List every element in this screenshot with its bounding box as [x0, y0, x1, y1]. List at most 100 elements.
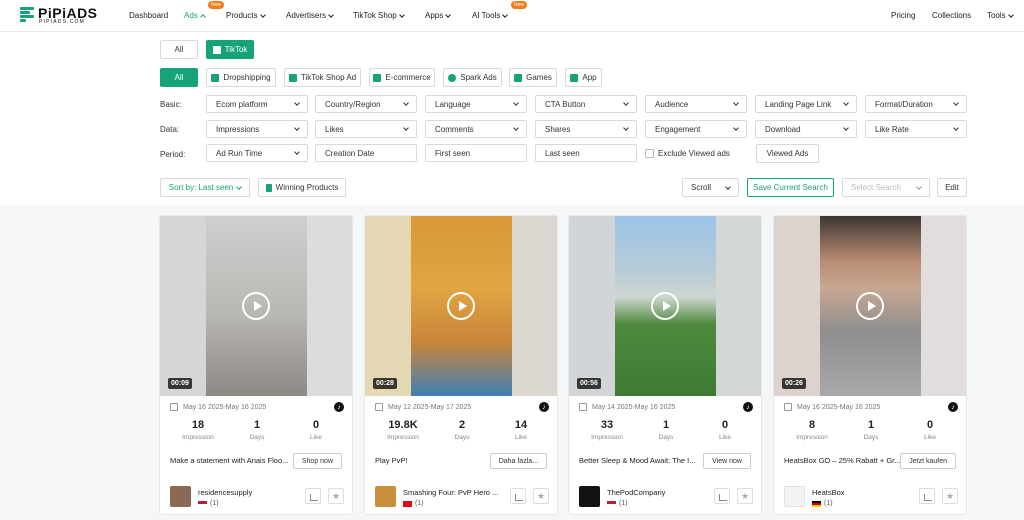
filter-likes[interactable]: Likes — [315, 120, 417, 138]
advertiser-name[interactable]: HeatsBox — [812, 488, 912, 497]
spark-icon — [448, 73, 457, 82]
save-current-search-button[interactable]: Save Current Search — [747, 178, 834, 197]
ad-card[interactable]: 00:56 May 14 2025-May 16 2025 ♪ 33 Impres… — [568, 215, 762, 515]
advertiser-name[interactable]: ThePodCompany — [607, 488, 707, 497]
filter-language[interactable]: Language — [425, 95, 527, 113]
ad-card[interactable]: 00:26 May 16 2025-May 16 2025 ♪ 8 Impress… — [773, 215, 967, 515]
impression-stat: 19.8K Impression — [387, 419, 419, 441]
star-icon[interactable]: ★ — [533, 488, 549, 504]
filter-download[interactable]: Download — [755, 120, 857, 138]
nav-tools[interactable]: Tools — [987, 11, 1014, 20]
scroll-dropdown[interactable]: Scroll — [682, 178, 739, 197]
filter-cta-button[interactable]: CTA Button — [535, 95, 637, 113]
type-chip-all[interactable]: All — [160, 68, 198, 87]
filter-audience[interactable]: Audience — [645, 95, 747, 113]
chevron-down-icon — [843, 99, 849, 106]
ad-card[interactable]: 00:09 May 16 2025-May 16 2025 ♪ 18 Impres… — [159, 215, 353, 515]
advertiser-avatar[interactable] — [784, 486, 805, 507]
nav-dashboard[interactable]: Dashboard — [129, 11, 168, 20]
ad-title: Better Sleep & Mood Await: The I... — [579, 456, 696, 465]
filter-creation-date[interactable]: Creation Date — [315, 144, 417, 162]
nav-products[interactable]: Products — [226, 11, 266, 20]
advertiser-name[interactable]: Smashing Four: PvP Hero ... — [403, 488, 503, 497]
play-icon[interactable] — [856, 292, 884, 320]
chevron-down-icon — [733, 124, 739, 131]
advertiser-region: (1) — [812, 500, 833, 507]
filter-like-rate[interactable]: Like Rate — [865, 120, 967, 138]
filter-country-region[interactable]: Country/Region — [315, 95, 417, 113]
video-thumbnail[interactable]: 00:56 — [569, 216, 761, 396]
video-duration: 00:09 — [168, 378, 192, 389]
filter-last-seen[interactable]: Last seen — [535, 144, 637, 162]
tr-flag-icon — [403, 500, 412, 507]
type-chip-dropshipping[interactable]: Dropshipping — [206, 68, 276, 87]
cta-button[interactable]: Jetzt kaufen — [900, 453, 956, 469]
star-icon[interactable]: ★ — [328, 488, 344, 504]
video-thumbnail[interactable]: 00:26 — [774, 216, 966, 396]
analytics-icon[interactable] — [305, 488, 321, 504]
nav-advertisers[interactable]: Advertisers — [286, 11, 334, 20]
nav-pricing[interactable]: Pricing — [891, 11, 915, 20]
advertiser-avatar[interactable] — [579, 486, 600, 507]
filter-shares[interactable]: Shares — [535, 120, 637, 138]
logo-mark-icon — [20, 7, 36, 23]
nav-collections[interactable]: Collections — [932, 11, 971, 20]
basic-label: Basic: — [160, 100, 182, 109]
nav-ai-tools[interactable]: AI Tools — [472, 11, 509, 20]
exclude-viewed-label: Exclude Viewed ads — [658, 149, 730, 158]
like-stat: 0 Like — [310, 419, 322, 441]
type-chip-games[interactable]: Games — [509, 68, 557, 87]
like-stat: 14 Like — [514, 419, 528, 441]
ad-card[interactable]: 00:28 May 12 2025-May 17 2025 ♪ 19.8K Imp… — [364, 215, 558, 515]
video-duration: 00:28 — [373, 378, 397, 389]
pipiads-logo[interactable]: PiPiADS PIPIADS.COM — [20, 4, 100, 28]
platform-tab-tiktok[interactable]: TikTok — [206, 40, 254, 59]
star-icon[interactable]: ★ — [942, 488, 958, 504]
platform-tab-all[interactable]: All — [160, 40, 198, 59]
filter-ad-run-time[interactable]: Ad Run Time — [206, 144, 308, 162]
app-grid-icon — [570, 73, 579, 82]
nav-tiktok-shop[interactable]: TikTok Shop — [353, 11, 405, 20]
date-range: May 14 2025-May 16 2025 — [579, 403, 755, 411]
cta-button[interactable]: View now — [703, 453, 751, 469]
nav-apps[interactable]: Apps — [425, 11, 452, 20]
video-thumbnail[interactable]: 00:28 — [365, 216, 557, 396]
edit-button[interactable]: Edit — [937, 178, 967, 197]
filter-engagement[interactable]: Engagement — [645, 120, 747, 138]
type-chip-ecommerce[interactable]: E-commerce — [369, 68, 435, 87]
filter-first-seen[interactable]: First seen — [425, 144, 527, 162]
sort-dropdown[interactable]: Sort by: Last seen — [160, 178, 250, 197]
analytics-icon[interactable] — [510, 488, 526, 504]
analytics-icon[interactable] — [919, 488, 935, 504]
exclude-viewed-checkbox[interactable] — [645, 149, 654, 158]
filter-comments[interactable]: Comments — [425, 120, 527, 138]
nav-ads[interactable]: Ads — [184, 11, 206, 20]
filter-landing-page-link[interactable]: Landing Page Link — [755, 95, 857, 113]
chevron-up-icon — [199, 13, 206, 20]
filter-format-duration[interactable]: Format/Duration — [865, 95, 967, 113]
ad-title: Make a statement with Anais Floo... — [170, 456, 289, 465]
advertiser-name[interactable]: residencesupply — [198, 488, 298, 497]
star-icon[interactable]: ★ — [737, 488, 753, 504]
select-search-dropdown[interactable]: Select Search — [842, 178, 930, 197]
filter-impressions[interactable]: Impressions — [206, 120, 308, 138]
advertiser-avatar[interactable] — [170, 486, 191, 507]
play-icon[interactable] — [651, 292, 679, 320]
type-chip-app[interactable]: App — [565, 68, 602, 87]
winning-products-button[interactable]: Winning Products — [258, 178, 346, 197]
calendar-icon — [170, 403, 178, 411]
advertiser-avatar[interactable] — [375, 486, 396, 507]
type-chip-spark-ads[interactable]: Spark Ads — [443, 68, 502, 87]
analytics-icon[interactable] — [714, 488, 730, 504]
cta-button[interactable]: Shop now — [292, 453, 342, 469]
cta-button[interactable]: Daha fazla... — [489, 453, 547, 469]
calendar-icon — [784, 403, 792, 411]
filter-ecom-platform[interactable]: Ecom platform — [206, 95, 308, 113]
play-icon[interactable] — [447, 292, 475, 320]
viewed-ads-button[interactable]: Viewed Ads — [756, 144, 819, 163]
video-thumbnail[interactable]: 00:09 — [160, 216, 352, 396]
chevron-down-icon — [403, 124, 409, 131]
play-icon[interactable] — [242, 292, 270, 320]
days-stat: 1 Days — [249, 419, 265, 441]
type-chip-tiktok-shop-ad[interactable]: TikTok Shop Ad — [284, 68, 361, 87]
